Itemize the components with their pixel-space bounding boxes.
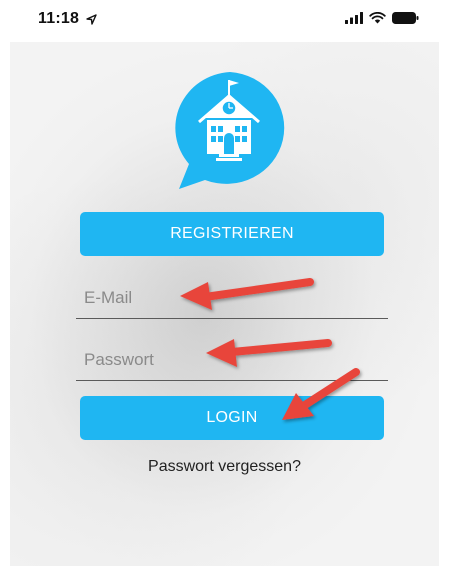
status-bar: 11:18 <box>0 0 449 38</box>
forgot-password-link[interactable]: Passwort vergessen? <box>0 458 449 476</box>
password-field[interactable] <box>84 342 374 378</box>
school-chat-bubble-icon <box>175 72 285 189</box>
register-button[interactable]: REGISTRIEREN <box>80 212 384 256</box>
password-field-container <box>76 336 388 381</box>
email-field-container <box>76 274 388 319</box>
status-icons <box>345 12 419 24</box>
battery-icon <box>392 12 419 24</box>
location-arrow-icon <box>86 14 97 25</box>
register-button-label: REGISTRIEREN <box>170 225 294 242</box>
login-screen: 11:18 REGISTRIEREN E-Mail LOGIN Passwort… <box>0 0 449 566</box>
login-button[interactable]: LOGIN <box>80 396 384 440</box>
login-button-label: LOGIN <box>206 409 258 426</box>
wifi-icon <box>369 12 386 24</box>
signal-icon <box>345 12 363 24</box>
status-time: 11:18 <box>38 10 80 27</box>
email-field[interactable] <box>84 280 374 316</box>
